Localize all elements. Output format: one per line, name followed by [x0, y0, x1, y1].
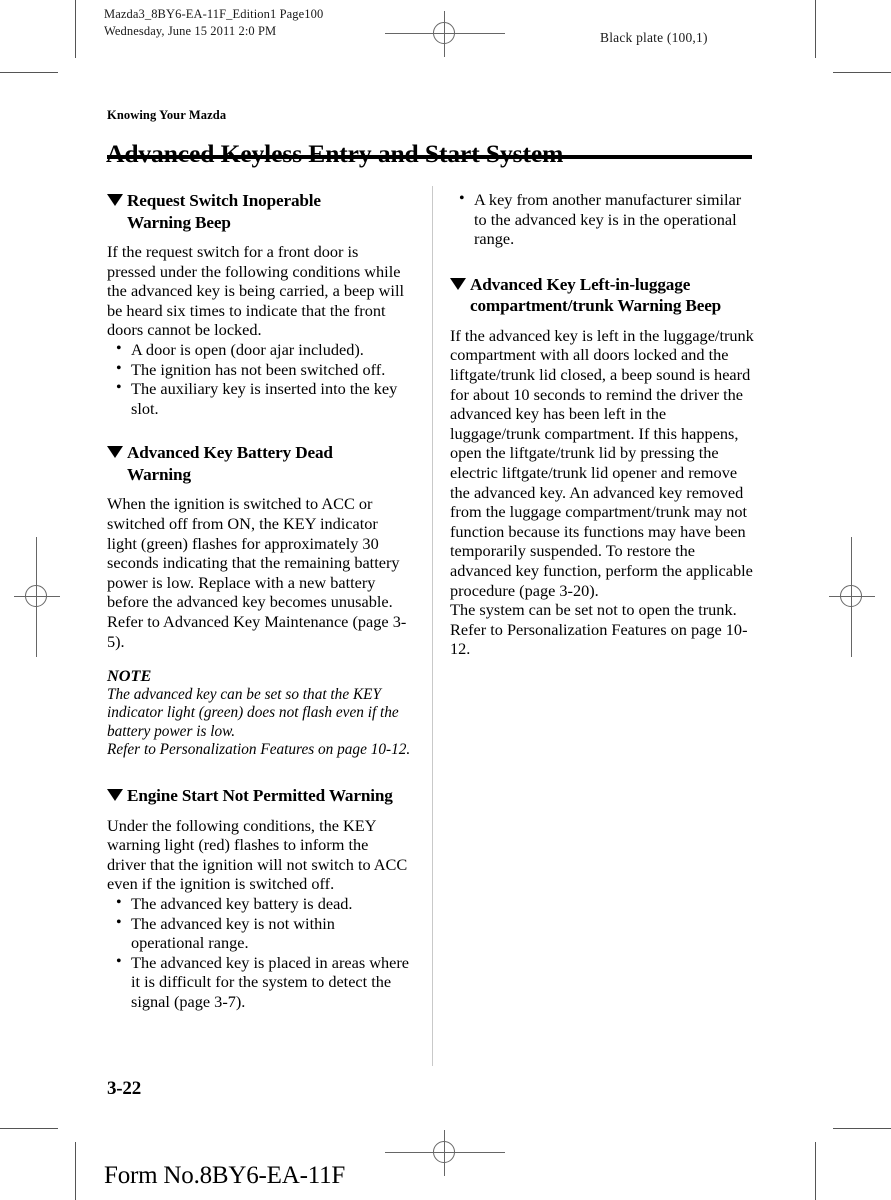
section-heading-line2: Warning	[127, 464, 191, 484]
reference-personalization-features: Refer to Personalization Features on pag…	[450, 619, 748, 659]
left-column: Request Switch Inoperable Warning Beep I…	[107, 190, 411, 1012]
reference-advanced-key-maintenance: Refer to Advanced Key Maintenance (page …	[107, 611, 407, 651]
list-item: A key from another manufacturer similar …	[450, 189, 754, 249]
section-heading-line1: Request Switch Inoperable	[127, 191, 321, 210]
column-divider	[432, 186, 433, 1066]
crop-mark-bottom-left-horizontal	[0, 1128, 58, 1129]
registration-mark-bottom-center	[385, 1130, 505, 1176]
triangle-bullet-icon	[450, 277, 466, 290]
registration-mark-top-center	[385, 11, 505, 57]
paragraph-request-switch: If the request switch for a front door i…	[107, 242, 405, 340]
list-item: The auxiliary key is inserted into the k…	[107, 378, 411, 418]
note-paragraph: The advanced key can be set so that the …	[107, 685, 399, 740]
title-rule	[107, 155, 752, 159]
running-head-right: Black plate (100,1)	[600, 30, 708, 45]
list-item: The advanced key is placed in areas wher…	[107, 952, 411, 1012]
note-reference: Refer to Personalization Features on pag…	[107, 741, 411, 759]
triangle-bullet-icon	[107, 194, 123, 206]
note-label: NOTE	[107, 666, 152, 686]
crop-mark-bottom-left-vertical	[75, 1142, 76, 1200]
bullet-list-engine-start: The advanced key battery is dead. The ad…	[107, 893, 411, 1012]
triangle-bullet-icon	[107, 446, 123, 459]
paragraph-left-in-luggage: If the advanced key is left in the lugga…	[450, 325, 754, 600]
section-heading-line1: Advanced Key Battery Dead	[127, 443, 333, 463]
section-heading-line1: Advanced Key Left-in-luggage	[470, 274, 691, 294]
bullet-list-request-switch: A door is open (door ajar included). The…	[107, 339, 411, 418]
crop-mark-top-left-horizontal	[0, 72, 58, 73]
paragraph-engine-start: Under the following conditions, the KEY …	[107, 815, 408, 894]
chapter-eyebrow: Knowing Your Mazda	[107, 108, 227, 122]
page-folio: 3-22	[107, 1078, 142, 1099]
crop-mark-top-left-vertical	[75, 0, 76, 58]
section-heading-line1: Engine Start Not Permitted Warning	[127, 786, 393, 806]
registration-mark-left-middle	[14, 537, 60, 657]
form-number: Form No.8BY6-EA-11F	[104, 1162, 346, 1189]
section-heading-request-switch-inoperable: Request Switch Inoperable Warning Beep	[107, 190, 411, 233]
paragraph-battery-dead: When the ignition is switched to ACC or …	[107, 494, 400, 612]
list-item: The advanced key battery is dead.	[107, 893, 411, 914]
running-head-left: Mazda3_8BY6-EA-11F_Edition1 Page100 Wedn…	[104, 7, 324, 38]
section-heading-line2: Warning Beep	[127, 212, 231, 232]
crop-mark-bottom-right-horizontal	[833, 1128, 891, 1129]
crop-mark-top-right-vertical	[815, 0, 816, 58]
list-item: A door is open (door ajar included).	[107, 339, 411, 360]
list-item: The advanced key is not within operation…	[107, 913, 411, 953]
registration-mark-right-middle	[829, 537, 875, 657]
triangle-bullet-icon	[107, 789, 123, 802]
manual-page: Mazda3_8BY6-EA-11F_Edition1 Page100 Wedn…	[0, 0, 891, 1200]
section-heading-line2: compartment/trunk Warning Beep	[470, 296, 722, 316]
list-item: The ignition has not been switched off.	[107, 359, 411, 380]
section-heading-engine-start-not-permitted: Engine Start Not Permitted Warning	[107, 785, 411, 807]
section-heading-advanced-key-battery-dead: Advanced Key Battery Dead Warning	[107, 442, 411, 485]
bullet-list-continued: A key from another manufacturer similar …	[450, 189, 754, 249]
crop-mark-top-right-horizontal	[833, 72, 891, 73]
section-heading-advanced-key-left-in-luggage: Advanced Key Left-in-luggage compartment…	[450, 274, 754, 317]
right-column: A key from another manufacturer similar …	[450, 189, 754, 659]
paragraph-trunk-setting: The system can be set not to open the tr…	[450, 600, 737, 620]
crop-mark-bottom-right-vertical	[815, 1142, 816, 1200]
